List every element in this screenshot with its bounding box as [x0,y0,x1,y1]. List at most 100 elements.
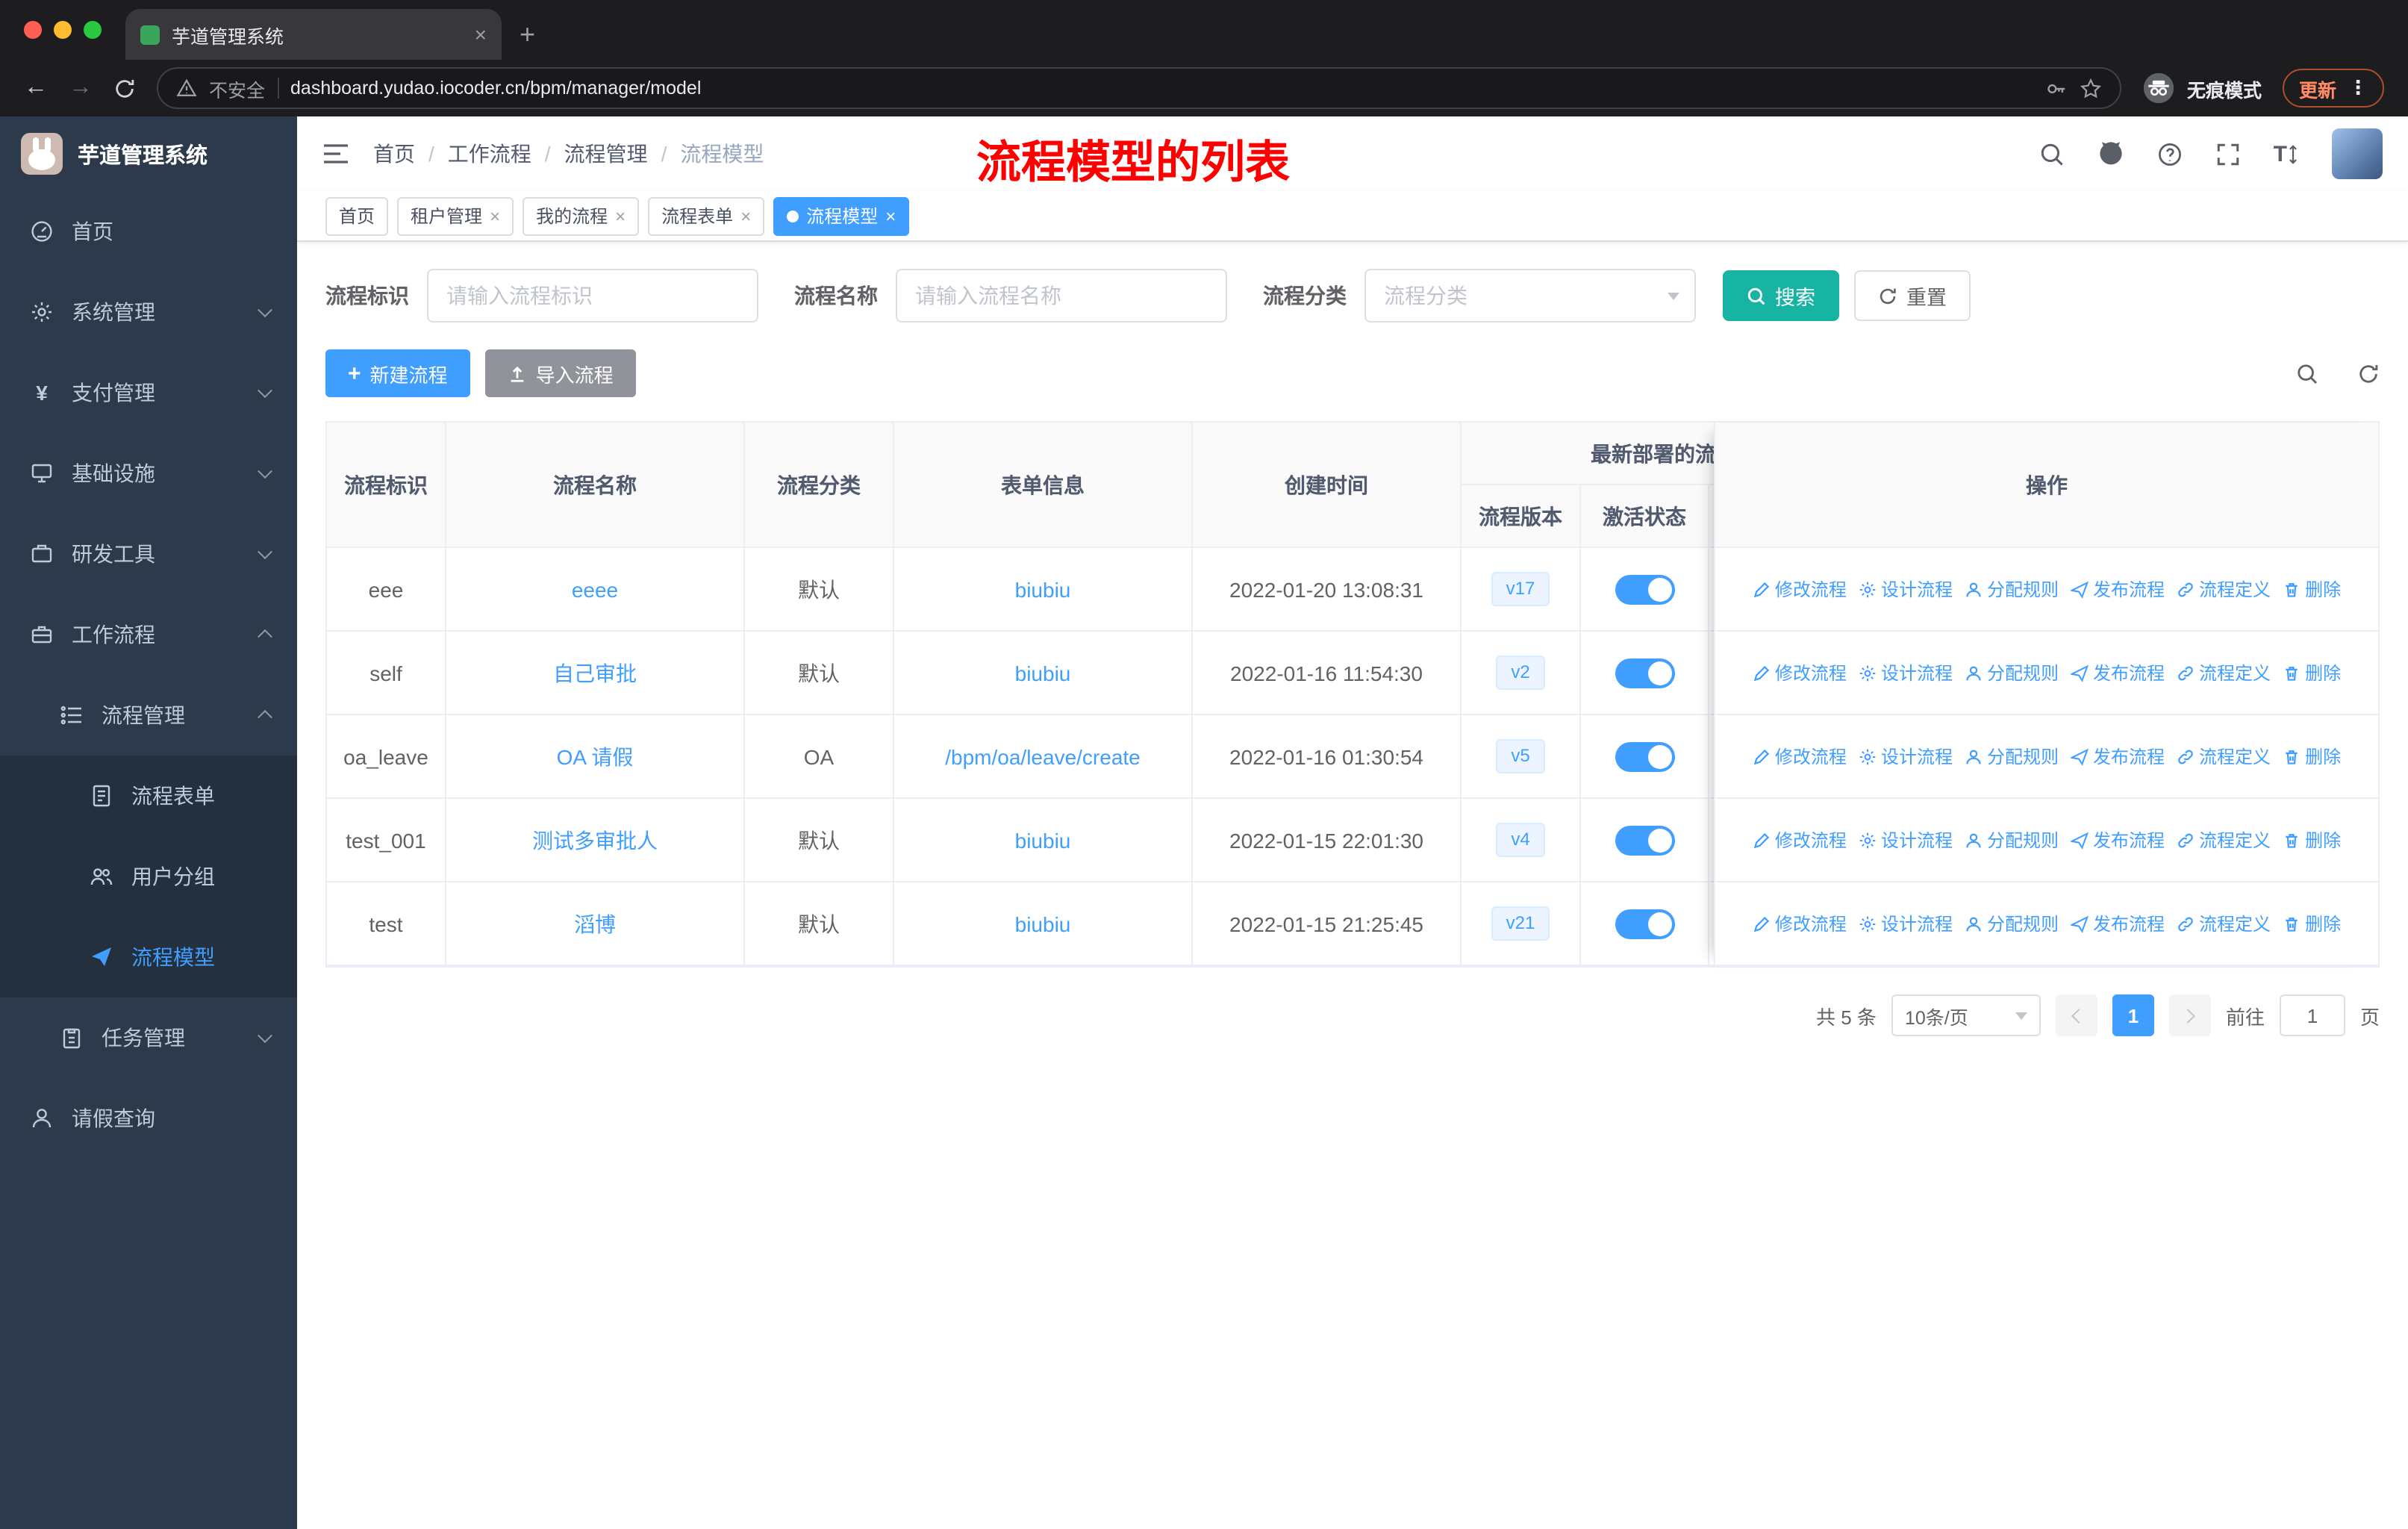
edit-process-link[interactable]: 修改流程 [1753,660,1847,685]
design-process-link[interactable]: 设计流程 [1859,911,1953,936]
close-icon[interactable] [740,207,751,225]
publish-process-link[interactable]: 发布流程 [2071,576,2165,602]
new-tab-button[interactable] [520,21,535,48]
filter-key-input[interactable] [427,269,758,323]
assign-rule-link[interactable]: 分配规则 [1965,911,2059,936]
design-process-link[interactable]: 设计流程 [1859,660,1953,685]
goto-page-input[interactable] [2279,994,2345,1036]
reload-button[interactable] [113,77,136,99]
filter-name-input[interactable] [896,269,1227,323]
tag-tenant-mgmt[interactable]: 租户管理 [397,196,514,235]
edit-process-link[interactable]: 修改流程 [1753,744,1847,769]
close-icon[interactable] [615,207,626,225]
form-info-link[interactable]: /bpm/oa/leave/create [945,744,1141,768]
github-icon[interactable] [2097,140,2124,167]
active-toggle[interactable] [1615,909,1674,938]
window-minimize-button[interactable] [54,21,72,39]
search-button[interactable]: 搜索 [1723,270,1839,321]
publish-process-link[interactable]: 发布流程 [2071,744,2165,769]
process-name-link[interactable]: OA 请假 [557,741,634,771]
reset-button[interactable]: 重置 [1854,270,1971,321]
security-label[interactable]: 不安全 [209,74,265,102]
process-name-link[interactable]: 滔博 [574,909,616,938]
import-process-button[interactable]: 导入流程 [484,349,636,397]
active-toggle[interactable] [1615,658,1674,688]
sidebar-item-process-mgmt[interactable]: 流程管理 [0,675,297,756]
assign-rule-link[interactable]: 分配规则 [1965,827,2059,853]
sidebar-item-system[interactable]: 系统管理 [0,272,297,352]
refresh-table-icon[interactable] [2357,362,2380,384]
active-toggle[interactable] [1615,574,1674,604]
hide-search-icon[interactable] [2296,362,2318,384]
edit-process-link[interactable]: 修改流程 [1753,827,1847,853]
tab-close-icon[interactable] [475,24,487,45]
window-close-button[interactable] [24,21,42,39]
bookmark-star-icon[interactable] [2080,77,2102,99]
breadcrumb-item[interactable]: 首页 [373,139,415,169]
close-icon[interactable] [885,207,896,225]
publish-process-link[interactable]: 发布流程 [2071,660,2165,685]
edit-process-link[interactable]: 修改流程 [1753,576,1847,602]
page-size-select[interactable]: 10条/页 [1891,994,2041,1036]
delete-link[interactable]: 删除 [2283,744,2341,769]
process-definition-link[interactable]: 流程定义 [2177,744,2271,769]
tag-process-form[interactable]: 流程表单 [648,196,765,235]
tag-process-model[interactable]: 流程模型 [773,196,910,235]
sidebar-item-leave-query[interactable]: 请假查询 [0,1078,297,1159]
assign-rule-link[interactable]: 分配规则 [1965,744,2059,769]
process-name-link[interactable]: 自己审批 [553,658,637,688]
process-definition-link[interactable]: 流程定义 [2177,660,2271,685]
edit-process-link[interactable]: 修改流程 [1753,911,1847,936]
form-info-link[interactable]: biubiu [1015,661,1071,685]
sidebar-item-infra[interactable]: 基础设施 [0,433,297,514]
sidebar-item-home[interactable]: 首页 [0,191,297,272]
sidebar-item-task-mgmt[interactable]: 任务管理 [0,997,297,1078]
browser-menu-icon[interactable] [2348,76,2368,100]
design-process-link[interactable]: 设计流程 [1859,744,1953,769]
publish-process-link[interactable]: 发布流程 [2071,911,2165,936]
design-process-link[interactable]: 设计流程 [1859,576,1953,602]
assign-rule-link[interactable]: 分配规则 [1965,660,2059,685]
window-zoom-button[interactable] [84,21,102,39]
process-definition-link[interactable]: 流程定义 [2177,576,2271,602]
delete-link[interactable]: 删除 [2283,660,2341,685]
form-info-link[interactable]: biubiu [1015,828,1071,852]
sidebar-item-process-model[interactable]: 流程模型 [0,917,297,997]
url-text[interactable]: dashboard.yudao.iocoder.cn/bpm/manager/m… [290,78,701,99]
delete-link[interactable]: 删除 [2283,576,2341,602]
delete-link[interactable]: 删除 [2283,911,2341,936]
breadcrumb-item[interactable]: 工作流程 [415,139,531,169]
tag-home[interactable]: 首页 [325,196,389,235]
process-definition-link[interactable]: 流程定义 [2177,911,2271,936]
delete-link[interactable]: 删除 [2283,827,2341,853]
process-name-link[interactable]: eeee [572,577,618,601]
user-avatar[interactable] [2332,128,2383,179]
prev-page-button[interactable] [2055,994,2097,1036]
filter-category-select[interactable]: 流程分类 [1364,269,1696,323]
help-icon[interactable] [2157,141,2183,166]
browser-update-button[interactable]: 更新 [2282,69,2384,108]
process-name-link[interactable]: 测试多审批人 [532,825,658,855]
form-info-link[interactable]: biubiu [1015,912,1071,935]
sidebar-item-workflow[interactable]: 工作流程 [0,594,297,675]
sidebar-item-user-group[interactable]: 用户分组 [0,836,297,917]
sidebar-collapse-button[interactable] [322,142,349,166]
sidebar-item-devtools[interactable]: 研发工具 [0,514,297,594]
font-size-icon[interactable]: T [2274,141,2299,166]
active-toggle[interactable] [1615,741,1674,771]
search-icon[interactable] [2039,141,2065,166]
password-key-icon[interactable] [2045,77,2068,99]
form-info-link[interactable]: biubiu [1015,577,1071,601]
create-process-button[interactable]: 新建流程 [325,349,470,397]
sidebar-item-process-form[interactable]: 流程表单 [0,756,297,836]
browser-tab[interactable]: 芋道管理系统 [125,9,502,60]
assign-rule-link[interactable]: 分配规则 [1965,576,2059,602]
next-page-button[interactable] [2168,994,2211,1036]
address-bar[interactable]: 不安全 dashboard.yudao.iocoder.cn/bpm/manag… [157,67,2121,109]
process-definition-link[interactable]: 流程定义 [2177,827,2271,853]
breadcrumb-item[interactable]: 流程管理 [531,139,648,169]
active-toggle[interactable] [1615,825,1674,855]
design-process-link[interactable]: 设计流程 [1859,827,1953,853]
fullscreen-icon[interactable] [2215,141,2241,166]
tag-my-process[interactable]: 我的流程 [523,196,640,235]
